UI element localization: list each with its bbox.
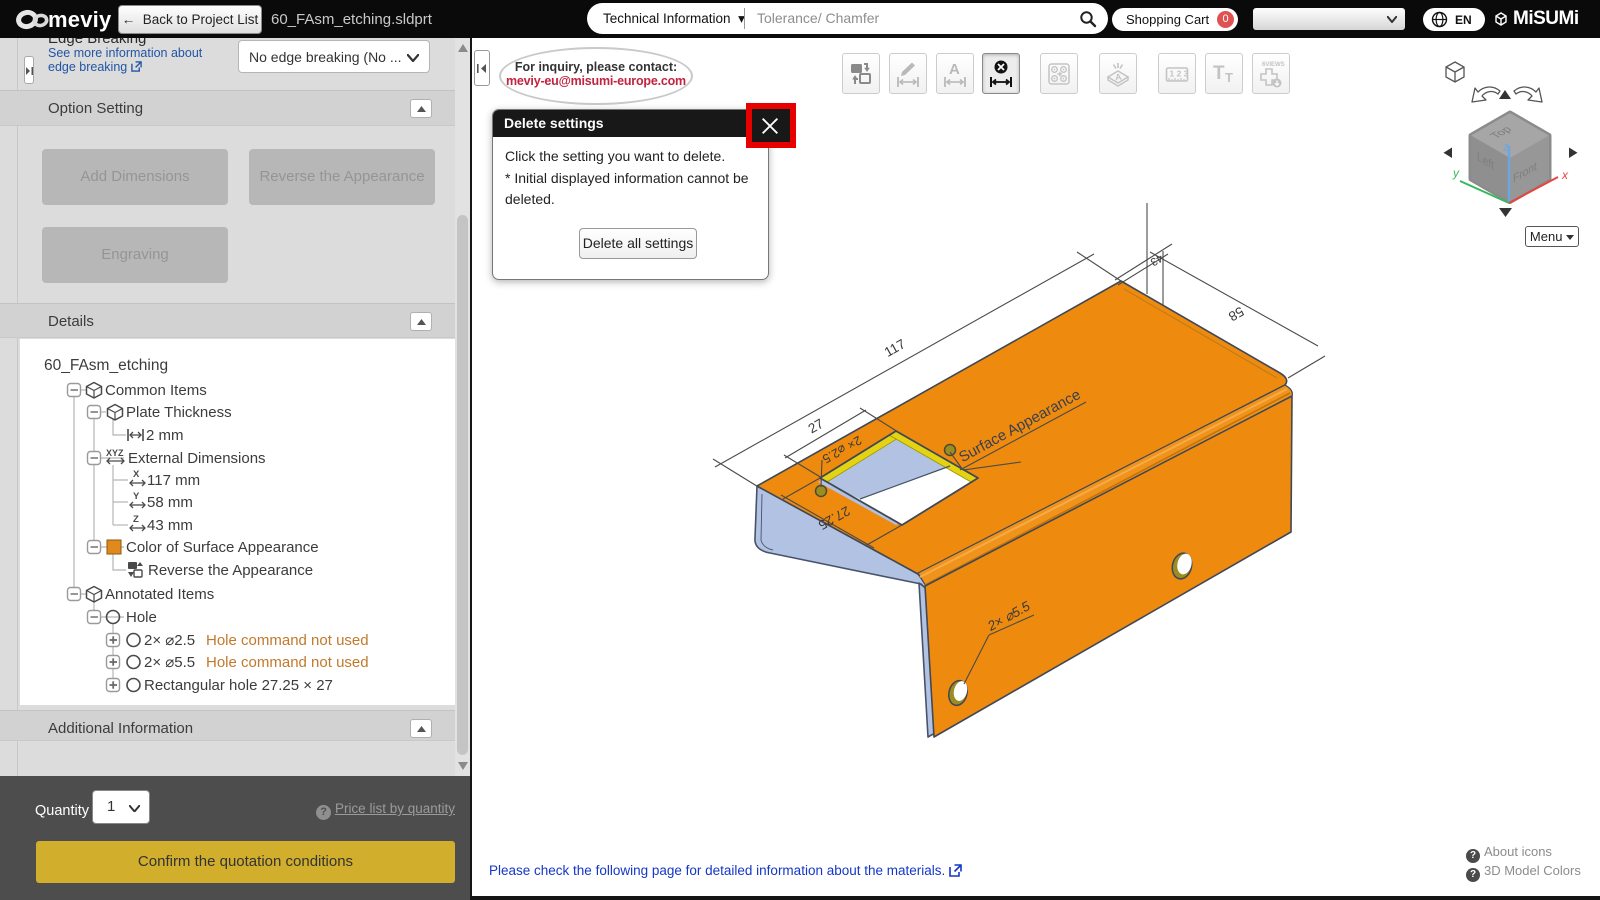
svg-text:Annotated Items: Annotated Items: [105, 586, 214, 603]
svg-text:58: 58: [1226, 304, 1246, 324]
svg-text:27: 27: [806, 416, 826, 436]
svg-text:Reverse the Appearance: Reverse the Appearance: [148, 562, 313, 579]
svg-text:2× ⌀5.5: 2× ⌀5.5: [144, 654, 195, 671]
svg-text:Common Items: Common Items: [105, 382, 207, 399]
svg-text:Hole command not used: Hole command not used: [206, 654, 369, 671]
svg-text:60_FAsm_etching: 60_FAsm_etching: [44, 357, 168, 374]
svg-text:Y: Y: [133, 491, 140, 502]
svg-text:Hole command not used: Hole command not used: [206, 632, 369, 649]
svg-text:Plate Thickness: Plate Thickness: [126, 404, 232, 421]
svg-text:6VIEWS: 6VIEWS: [1262, 62, 1285, 68]
svg-text:43 mm: 43 mm: [147, 517, 193, 534]
svg-text:Hole: Hole: [126, 609, 157, 626]
svg-text:117 mm: 117 mm: [147, 472, 200, 489]
svg-text:T: T: [1225, 70, 1233, 85]
svg-text:Color of Surface Appearance: Color of Surface Appearance: [126, 539, 319, 556]
svg-text:XYZ: XYZ: [106, 448, 124, 458]
svg-text:Rectangular hole 27.25 × 27: Rectangular hole 27.25 × 27: [144, 677, 333, 694]
svg-text:117: 117: [882, 336, 908, 360]
svg-text:X: X: [133, 469, 140, 480]
svg-text:T: T: [1213, 63, 1225, 84]
svg-text:x: x: [1561, 168, 1569, 182]
svg-text:1 2 3: 1 2 3: [1170, 69, 1189, 79]
svg-text:z: z: [1502, 140, 1509, 154]
svg-text:Z: Z: [133, 514, 139, 525]
svg-text:2 mm: 2 mm: [146, 427, 184, 444]
svg-text:A: A: [949, 61, 960, 78]
svg-text:y: y: [1452, 166, 1460, 180]
svg-text:58 mm: 58 mm: [147, 494, 193, 511]
svg-text:meviy: meviy: [48, 7, 112, 32]
svg-text:2× ⌀2.5: 2× ⌀2.5: [144, 632, 195, 649]
svg-text:External Dimensions: External Dimensions: [128, 450, 266, 467]
